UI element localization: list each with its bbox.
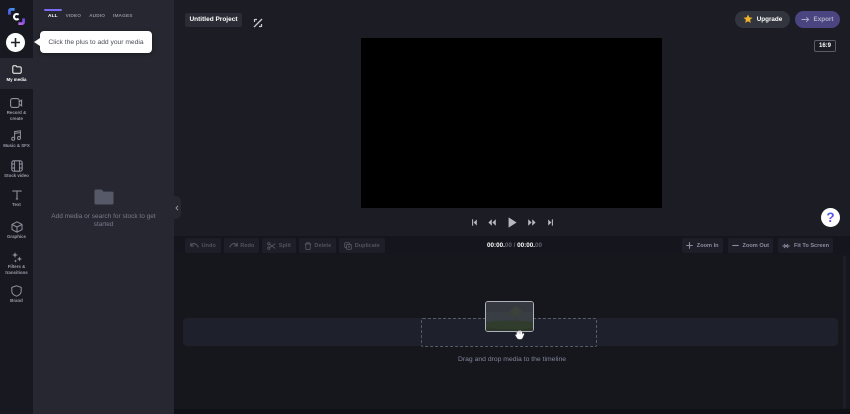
svg-text:?: ? — [826, 210, 834, 225]
